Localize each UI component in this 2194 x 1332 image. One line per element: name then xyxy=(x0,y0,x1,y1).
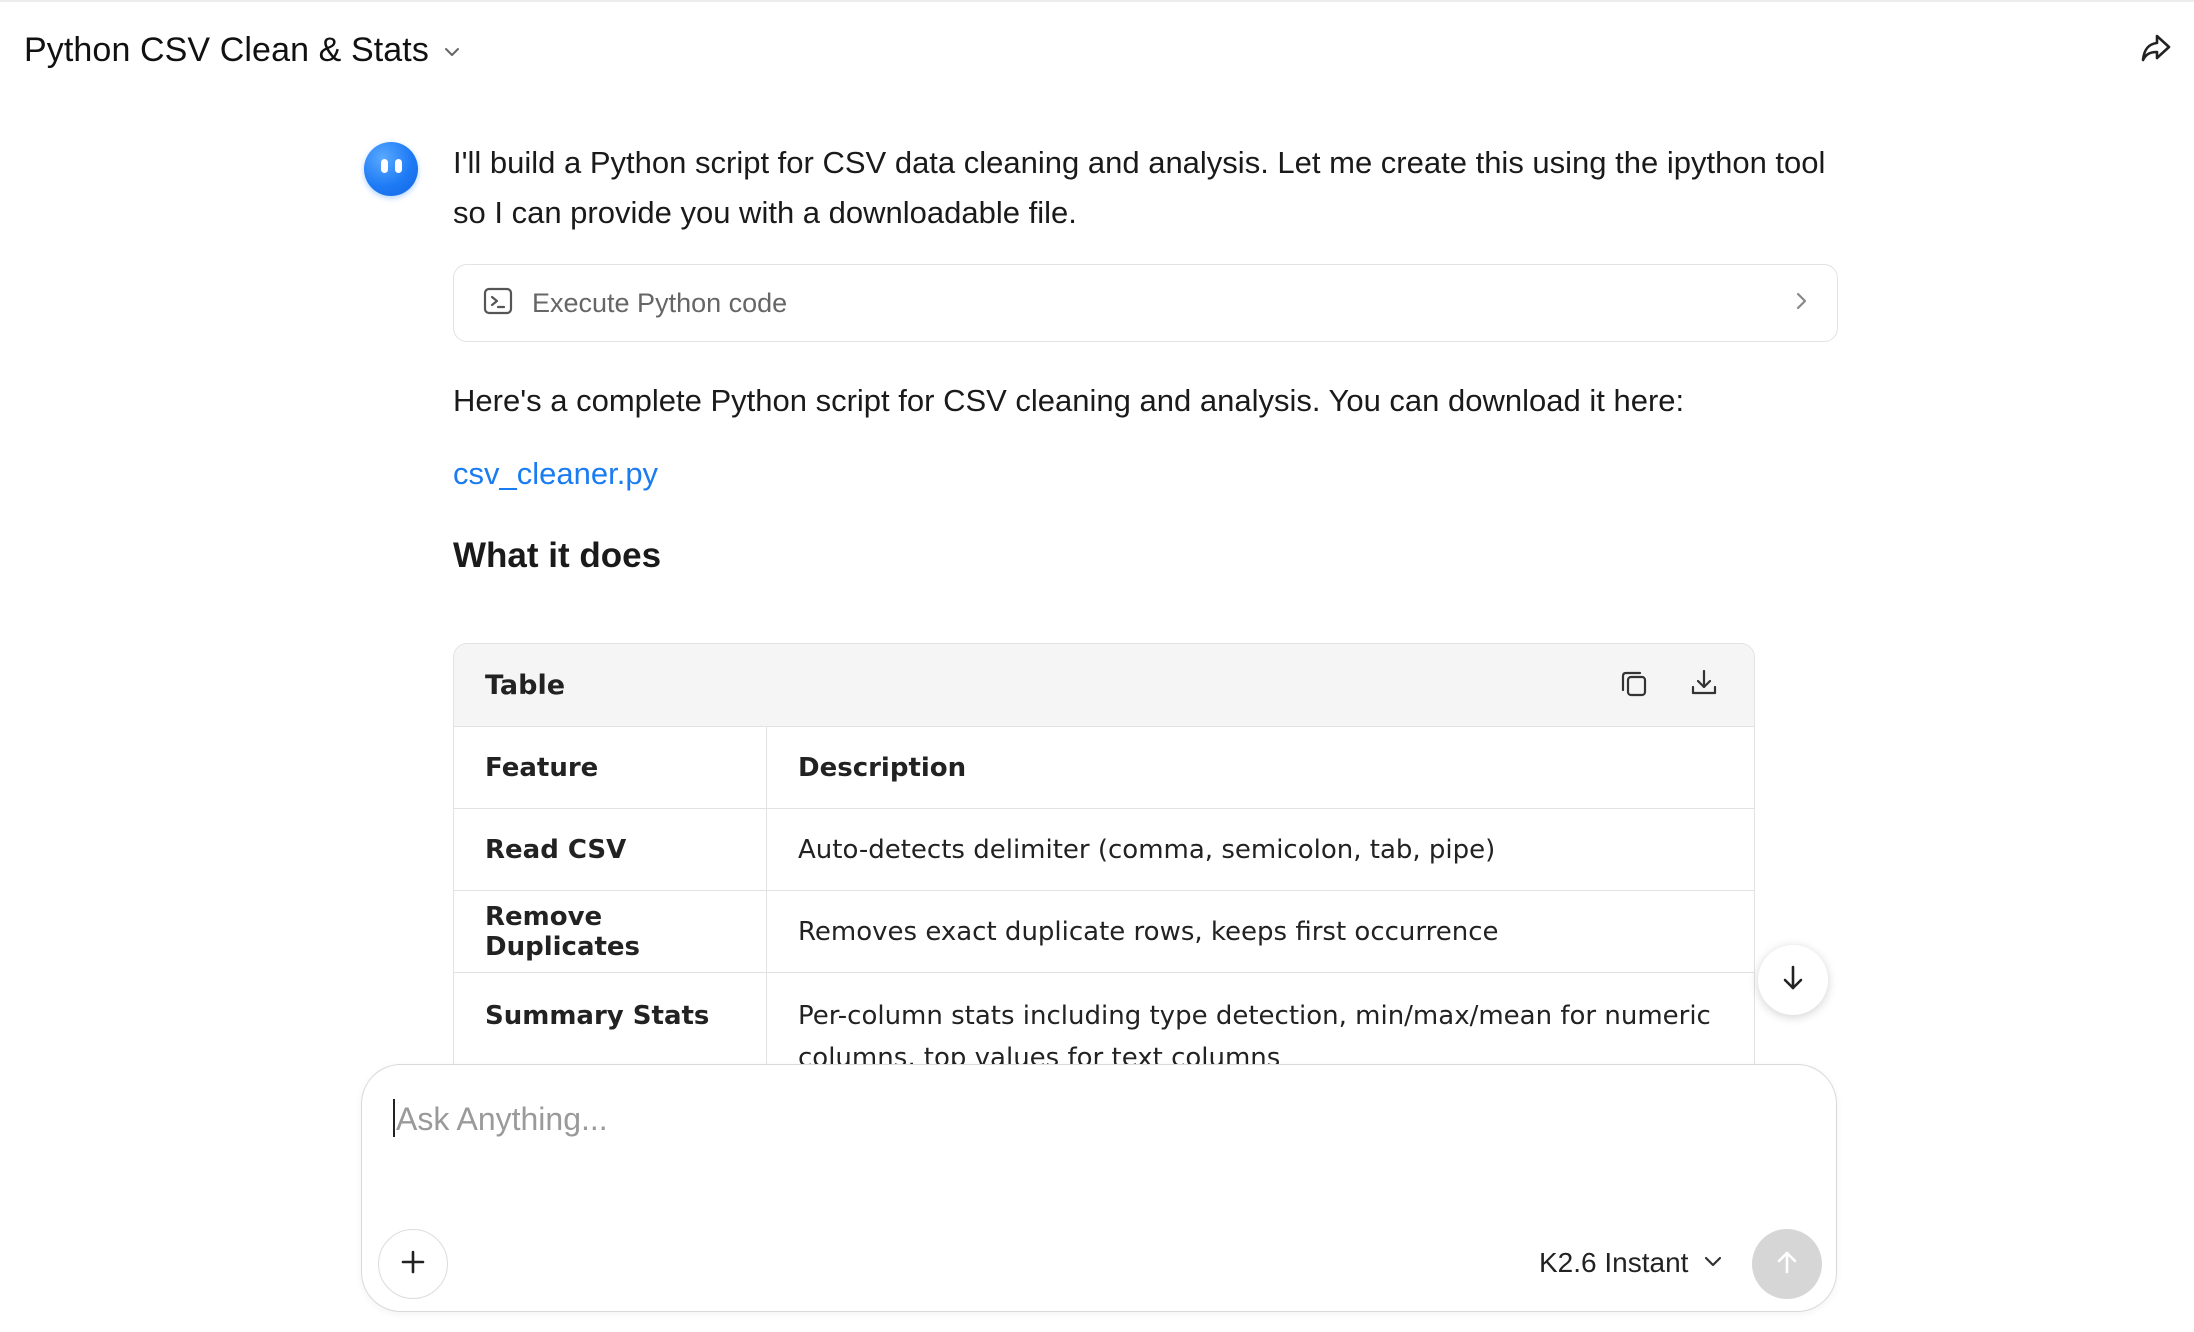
model-selector[interactable]: K2.6 Instant xyxy=(1539,1243,1724,1283)
table-cell-feature: Remove Duplicates xyxy=(454,890,767,973)
column-header-description: Description xyxy=(766,727,1754,809)
table-viewport: Table Feature Description Read CSV Auto-… xyxy=(453,643,1755,1064)
section-heading: What it does xyxy=(453,536,662,575)
message-composer: K2.6 Instant xyxy=(361,1064,1837,1312)
send-button[interactable] xyxy=(1752,1229,1822,1299)
table-cell-description: Auto-detects delimiter (comma, semicolon… xyxy=(766,808,1754,891)
arrow-down-icon xyxy=(1778,963,1808,998)
assistant-avatar-icon xyxy=(364,142,418,196)
model-name: K2.6 Instant xyxy=(1539,1247,1689,1278)
table-label: Table xyxy=(485,669,566,701)
scroll-to-bottom-button[interactable] xyxy=(1758,945,1828,1015)
file-download-link[interactable]: csv_cleaner.py xyxy=(453,456,658,492)
table-cell-feature: Summary Stats xyxy=(454,972,767,1064)
table-cell-description: Removes exact duplicate rows, keeps firs… xyxy=(766,890,1754,973)
table-toolbar: Table xyxy=(454,644,1754,727)
message-intro: I'll build a Python script for CSV data … xyxy=(453,145,1826,230)
table-cell-feature: Read CSV xyxy=(454,808,767,891)
chevron-down-icon[interactable] xyxy=(441,41,463,63)
plus-icon xyxy=(398,1247,428,1282)
column-header-feature: Feature xyxy=(454,727,767,809)
table-row: Summary Stats Per-column stats including… xyxy=(454,972,1754,1064)
download-icon xyxy=(1688,667,1720,704)
table-row: Remove Duplicates Removes exact duplicat… xyxy=(454,890,1754,973)
tool-call-label: Execute Python code xyxy=(532,287,788,318)
share-icon xyxy=(2138,30,2174,71)
table-cell-description: Per-column stats including type detectio… xyxy=(766,972,1754,1064)
add-attachment-button[interactable] xyxy=(378,1229,448,1299)
tool-call-card[interactable]: Execute Python code xyxy=(453,264,1838,342)
table-header-row: Feature Description xyxy=(454,727,1754,809)
copy-table-button[interactable] xyxy=(1614,665,1654,705)
share-button[interactable] xyxy=(2134,28,2178,72)
assistant-message: I'll build a Python script for CSV data … xyxy=(453,138,1838,576)
arrow-up-icon xyxy=(1773,1248,1801,1281)
chevron-right-icon xyxy=(1789,289,1813,318)
message-body: Here's a complete Python script for CSV … xyxy=(453,383,1685,418)
table-widget: Table Feature Description Read CSV Auto-… xyxy=(453,643,1755,1064)
chat-title[interactable]: Python CSV Clean & Stats xyxy=(24,31,429,70)
chat-header: Python CSV Clean & Stats xyxy=(24,26,463,74)
top-border xyxy=(0,0,2194,2)
download-table-button[interactable] xyxy=(1684,665,1724,705)
chat-input[interactable] xyxy=(394,1093,1778,1145)
copy-icon xyxy=(1618,667,1650,704)
table-row: Read CSV Auto-detects delimiter (comma, … xyxy=(454,808,1754,891)
features-table: Feature Description Read CSV Auto-detect… xyxy=(454,727,1754,1064)
chevron-down-icon xyxy=(1702,1247,1724,1279)
terminal-icon xyxy=(482,285,514,322)
